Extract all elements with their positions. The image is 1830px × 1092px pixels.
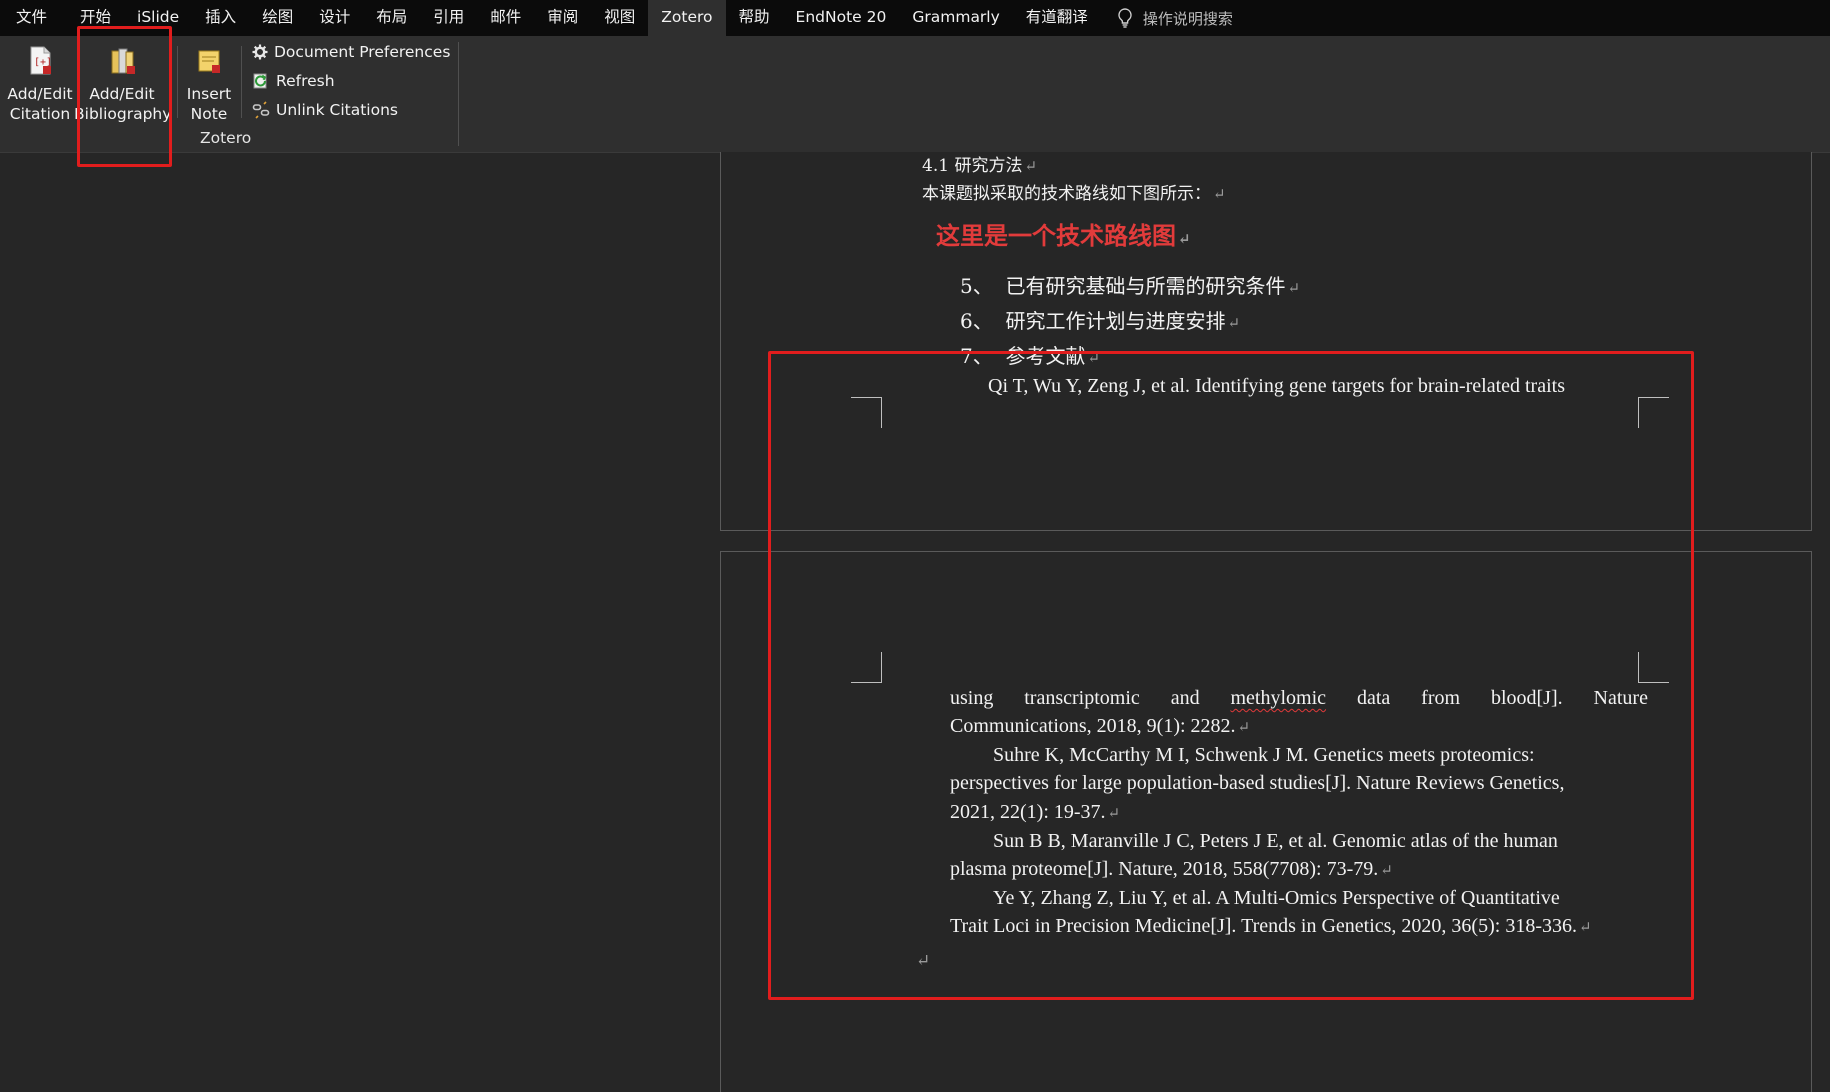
references-highlight-box: [768, 351, 1694, 1000]
tab-file[interactable]: 文件: [0, 0, 67, 36]
ribbon-group-label: Zotero: [200, 129, 252, 147]
refresh-label: Refresh: [276, 72, 335, 90]
tab-youdao[interactable]: 有道翻译: [1013, 0, 1101, 36]
tab-grammarly[interactable]: Grammarly: [899, 0, 1012, 36]
tab-insert[interactable]: 插入: [192, 0, 249, 36]
bibliography-highlight-box: [77, 26, 172, 167]
add-edit-citation-button[interactable]: [+] Add/Edit Citation: [6, 46, 74, 124]
tab-zotero[interactable]: Zotero: [648, 0, 726, 36]
list-item-5: 5、 已有研究基础与所需的研究条件 ↵: [960, 274, 1301, 298]
tab-help[interactable]: 帮助: [726, 0, 783, 36]
ribbon-divider: [177, 46, 178, 118]
unlink-citations-label: Unlink Citations: [276, 101, 398, 119]
tab-review[interactable]: 审阅: [534, 0, 591, 36]
tab-view[interactable]: 视图: [591, 0, 648, 36]
lightbulb-icon: [1118, 8, 1132, 28]
menu-bar: 文件 开始 iSlide 插入 绘图 设计 布局 引用 邮件 审阅 视图 Zot…: [0, 0, 1830, 36]
gear-icon: [252, 44, 268, 60]
ribbon-divider-2: [241, 46, 242, 118]
section-heading: 4.1 研究方法 ↵: [922, 156, 1038, 176]
add-edit-citation-label-1: Add/Edit: [7, 85, 73, 103]
insert-note-label-1: Insert: [186, 85, 232, 103]
document-preferences-label: Document Preferences: [274, 43, 451, 61]
tab-mailings[interactable]: 邮件: [477, 0, 534, 36]
refresh-button[interactable]: Refresh: [252, 72, 335, 90]
route-intro-text: 本课题拟采取的技术路线如下图所示： ↵: [922, 184, 1226, 204]
tab-layout[interactable]: 布局: [363, 0, 420, 36]
technical-route-placeholder: 这里是一个技术路线图 ↵: [936, 221, 1191, 250]
note-icon: [198, 50, 220, 73]
tab-draw[interactable]: 绘图: [249, 0, 306, 36]
tell-me-search[interactable]: 操作说明搜索: [1117, 8, 1233, 29]
unlink-icon: [252, 101, 270, 119]
unlink-citations-button[interactable]: Unlink Citations: [252, 101, 398, 119]
tab-endnote[interactable]: EndNote 20: [783, 0, 900, 36]
add-citation-icon: [+]: [30, 46, 52, 75]
list-item-6: 6、 研究工作计划与进度安排 ↵: [960, 309, 1241, 333]
tell-me-text: 操作说明搜索: [1142, 9, 1233, 28]
document-preferences-button[interactable]: Document Preferences: [252, 43, 450, 61]
ribbon-group-divider: [458, 42, 459, 146]
insert-note-button[interactable]: Insert Note: [182, 46, 236, 124]
tab-references[interactable]: 引用: [420, 0, 477, 36]
zotero-ribbon: [+] Add/Edit Citation Add/Edit Bibliogra…: [0, 36, 1830, 153]
refresh-icon: [253, 73, 267, 89]
insert-note-label-2: Note: [190, 105, 228, 123]
tab-design[interactable]: 设计: [306, 0, 363, 36]
add-edit-citation-label-2: Citation: [9, 105, 71, 123]
